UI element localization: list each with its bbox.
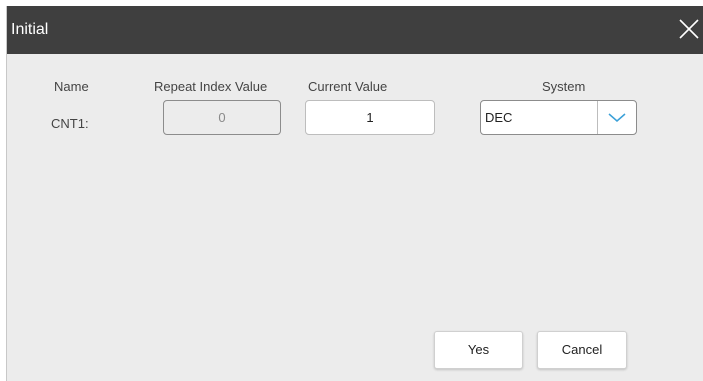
system-select-value: DEC [485,110,513,125]
header-name: Name [54,79,89,94]
cancel-button[interactable]: Cancel [537,331,627,369]
yes-button[interactable]: Yes [434,331,523,369]
header-repeat-index-value: Repeat Index Value [154,79,268,94]
system-select[interactable]: DEC [480,100,637,135]
header-system: System [542,79,586,94]
current-value-input[interactable]: 1 [305,100,435,135]
row-name-cnt1: CNT1: [51,116,89,131]
header-current-value: Current Value [308,79,388,94]
repeat-index-value-field: 0 [163,100,281,135]
title-bar: Initial [7,6,703,54]
close-icon[interactable] [676,16,702,42]
dialog-title: Initial [11,21,49,38]
chevron-down-icon[interactable] [597,101,636,134]
initial-dialog: Initial Name Repeat Index Value Current … [6,6,703,381]
